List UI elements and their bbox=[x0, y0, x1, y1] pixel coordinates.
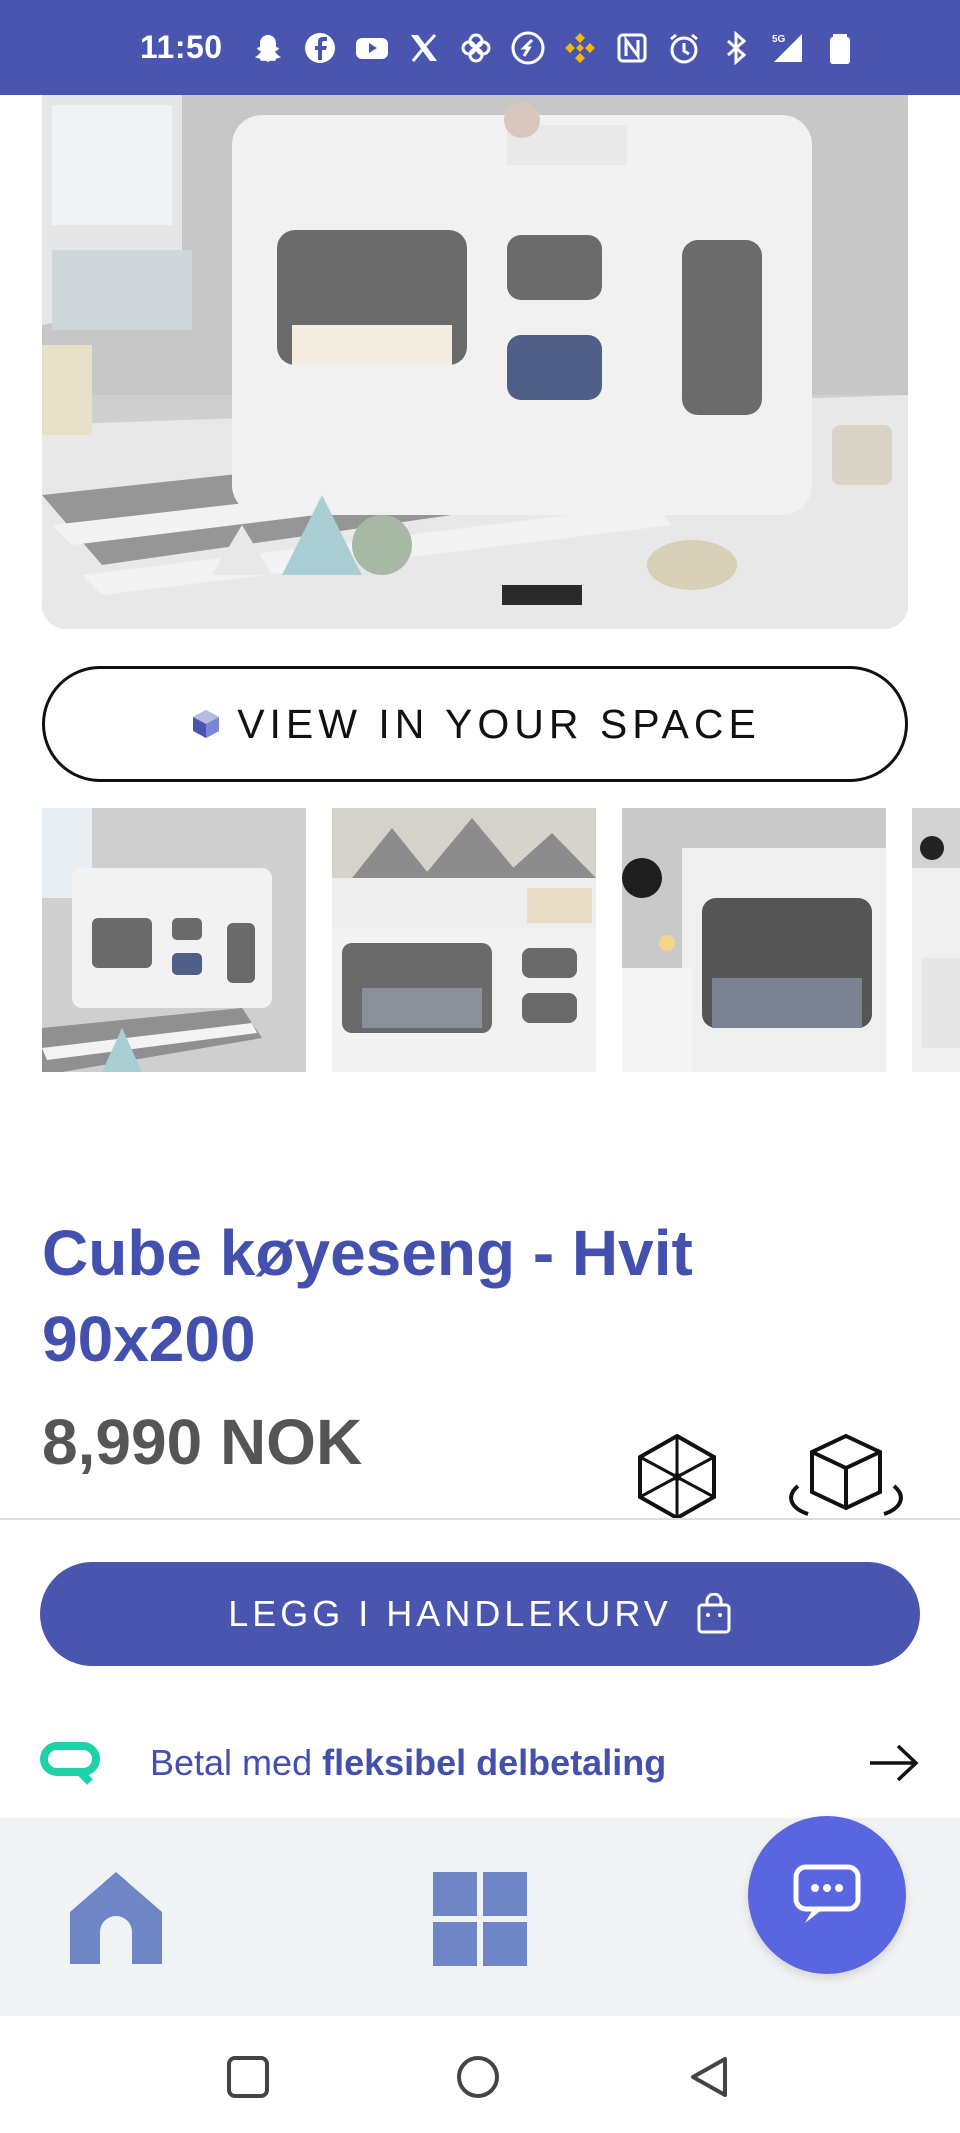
arrow-right-icon bbox=[866, 1740, 922, 1786]
system-navigation-bar bbox=[0, 2016, 960, 2133]
thumbnail-4[interactable] bbox=[912, 808, 960, 1072]
facebook-icon bbox=[301, 29, 339, 67]
thumbnail-1[interactable] bbox=[42, 808, 306, 1072]
thumbnail-3[interactable] bbox=[622, 808, 886, 1072]
add-to-cart-button[interactable]: LEGG I HANDLEKURV bbox=[40, 1562, 920, 1666]
signal-5g-icon: 5G bbox=[769, 29, 807, 67]
battery-icon bbox=[821, 29, 859, 67]
financing-prefix: Betal med bbox=[150, 1742, 323, 1783]
thumbnail-2[interactable] bbox=[332, 808, 596, 1072]
categories-grid-icon[interactable] bbox=[433, 1872, 527, 1966]
shopping-bag-icon bbox=[696, 1593, 732, 1635]
recent-apps-icon[interactable] bbox=[225, 2054, 271, 2100]
product-title: Cube køyeseng - Hvit 90x200 bbox=[42, 1217, 693, 1375]
app-screen: 11:50 5G VIEW IN YOUR SPACE Cube køyesen… bbox=[0, 0, 960, 2133]
status-bar: 11:50 5G bbox=[0, 0, 960, 95]
thumbnail-strip bbox=[42, 808, 960, 1072]
financing-logo-icon bbox=[40, 1740, 100, 1786]
shazam-icon bbox=[509, 29, 547, 67]
status-icons: 5G bbox=[249, 29, 859, 67]
chat-button[interactable] bbox=[748, 1816, 906, 1974]
product-price: 8,990 NOK bbox=[42, 1406, 363, 1478]
binance-icon bbox=[561, 29, 599, 67]
status-time: 11:50 bbox=[140, 29, 223, 65]
bluetooth-icon bbox=[717, 29, 755, 67]
youtube-icon bbox=[353, 29, 391, 67]
product-hero-image[interactable] bbox=[42, 95, 908, 629]
chat-icon bbox=[793, 1864, 861, 1923]
alarm-icon bbox=[665, 29, 703, 67]
network-label: 5G bbox=[772, 34, 786, 45]
3d-view-icon[interactable] bbox=[784, 1432, 908, 1522]
back-triangle-icon[interactable] bbox=[685, 2054, 731, 2100]
home-circle-icon[interactable] bbox=[455, 2054, 501, 2100]
pinwheel-icon bbox=[457, 29, 495, 67]
financing-bold: fleksibel delbetaling bbox=[322, 1742, 667, 1783]
add-to-cart-label: LEGG I HANDLEKURV bbox=[228, 1593, 672, 1634]
home-icon[interactable] bbox=[70, 1872, 162, 1964]
nfc-icon bbox=[613, 29, 651, 67]
financing-text: Betal med fleksibel delbetaling bbox=[150, 1742, 666, 1784]
financing-link[interactable]: Betal med fleksibel delbetaling bbox=[0, 1710, 960, 1820]
x-icon bbox=[405, 29, 443, 67]
purchase-panel: LEGG I HANDLEKURV Betal med fleksibel de… bbox=[0, 1518, 960, 1818]
ar-cube-icon bbox=[189, 707, 223, 741]
snapchat-icon bbox=[249, 29, 287, 67]
view-in-your-space-label: VIEW IN YOUR SPACE bbox=[237, 700, 761, 747]
augmented-reality-icon[interactable] bbox=[632, 1432, 722, 1522]
view-in-your-space-button[interactable]: VIEW IN YOUR SPACE bbox=[42, 666, 908, 782]
